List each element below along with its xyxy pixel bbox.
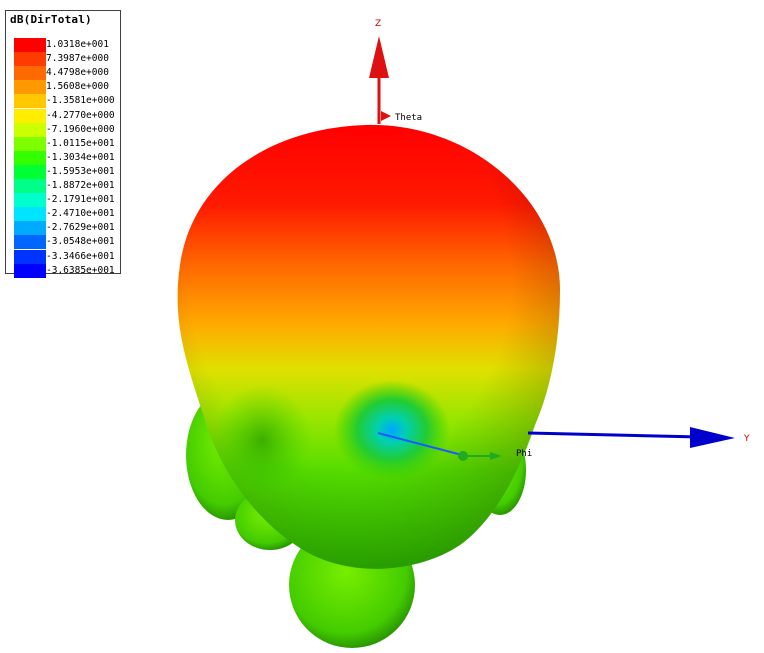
pattern-null-dimple — [334, 380, 450, 480]
y-axis-label: Y — [743, 434, 750, 444]
theta-label: Theta — [395, 113, 422, 123]
z-axis-label: Z — [375, 19, 381, 29]
theta-direction-marker: Theta — [378, 108, 422, 123]
pattern-shadow-left — [212, 385, 312, 495]
phi-label: Phi — [516, 449, 532, 459]
radiation-pattern-3d-view[interactable]: Y Z Theta Phi — [0, 0, 764, 653]
y-axis: Y — [527, 427, 750, 448]
